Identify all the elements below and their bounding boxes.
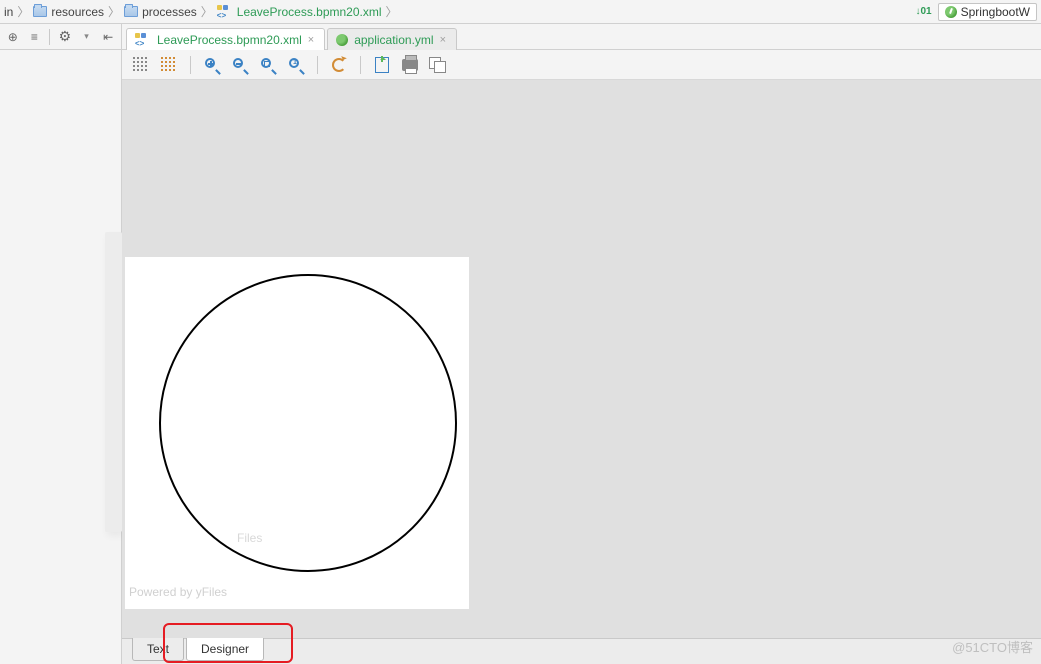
- subtab-text[interactable]: Text: [132, 638, 184, 661]
- dropdown-icon[interactable]: ▾: [80, 29, 94, 45]
- editor-subtabs: Text Designer: [122, 638, 1041, 664]
- spring-boot-icon: [336, 34, 348, 46]
- make-icon[interactable]: ↓01: [916, 6, 932, 17]
- zoom-fit-icon[interactable]: [259, 56, 277, 74]
- close-icon[interactable]: ×: [308, 34, 314, 46]
- hide-icon[interactable]: ⇤: [101, 29, 115, 45]
- folder-icon: [33, 6, 47, 17]
- tool-gutter: ⊕ ≡ ⚙ ▾ ⇤: [0, 24, 122, 664]
- chevron-right-icon: 〉: [108, 3, 120, 20]
- breadcrumb-seg-in[interactable]: in: [4, 5, 13, 19]
- designer-toolbar: [122, 50, 1041, 80]
- separator: [360, 56, 361, 74]
- editor-tabs: <> LeaveProcess.bpmn20.xml × application…: [122, 24, 1041, 50]
- add-icon[interactable]: ⊕: [6, 29, 20, 45]
- breadcrumb-bar: in 〉 resources 〉 processes 〉 <> LeavePro…: [0, 0, 1041, 24]
- export-icon[interactable]: [373, 56, 391, 74]
- separator: [49, 29, 50, 45]
- breadcrumb-seg-processes[interactable]: processes: [124, 5, 197, 19]
- bpmn-file-icon: <>: [135, 33, 151, 47]
- editor-tab-leaveprocess[interactable]: <> LeaveProcess.bpmn20.xml ×: [126, 28, 325, 50]
- breadcrumb-label: LeaveProcess.bpmn20.xml: [237, 5, 382, 19]
- arrange-icon[interactable]: [429, 56, 447, 74]
- chevron-right-icon: 〉: [17, 3, 29, 20]
- main-area: ⊕ ≡ ⚙ ▾ ⇤ <> LeaveProcess.bpmn20.xml × a…: [0, 24, 1041, 664]
- chevron-right-icon: 〉: [201, 3, 213, 20]
- breadcrumb-seg-file[interactable]: <> LeaveProcess.bpmn20.xml: [217, 5, 382, 19]
- subtab-label: Designer: [201, 642, 249, 656]
- designer-canvas[interactable]: Files Powered by yFiles: [122, 80, 1041, 638]
- subtab-label: Text: [147, 642, 169, 656]
- run-config-combo[interactable]: SpringbootW: [938, 3, 1037, 21]
- close-icon[interactable]: ×: [440, 34, 446, 46]
- zoom-in-icon[interactable]: [203, 56, 221, 74]
- panel-shadow: [105, 232, 122, 532]
- gear-icon[interactable]: ⚙: [58, 29, 72, 45]
- breadcrumb: in 〉 resources 〉 processes 〉 <> LeavePro…: [4, 3, 916, 20]
- breadcrumb-label: in: [4, 5, 13, 19]
- run-config-label: SpringbootW: [961, 5, 1030, 19]
- bpmn-start-event-shape[interactable]: [159, 274, 457, 572]
- refresh-icon[interactable]: [330, 56, 348, 74]
- grid-icon[interactable]: [132, 56, 150, 74]
- zoom-out-icon[interactable]: [231, 56, 249, 74]
- breadcrumb-label: resources: [51, 5, 104, 19]
- collapse-icon[interactable]: ≡: [28, 29, 42, 45]
- bpmn-file-icon: <>: [217, 5, 233, 19]
- chevron-right-icon: 〉: [386, 3, 398, 20]
- separator: [317, 56, 318, 74]
- subtab-designer[interactable]: Designer: [186, 638, 264, 661]
- breadcrumb-seg-resources[interactable]: resources: [33, 5, 104, 19]
- folder-icon: [124, 6, 138, 17]
- spring-boot-icon: [945, 6, 957, 18]
- tab-label: LeaveProcess.bpmn20.xml: [157, 33, 302, 47]
- grid-select-icon[interactable]: [160, 56, 178, 74]
- separator: [190, 56, 191, 74]
- run-config-area: ↓01 SpringbootW: [916, 3, 1038, 21]
- page-watermark: @51CTO博客: [952, 637, 1033, 656]
- gutter-toolbar: ⊕ ≡ ⚙ ▾ ⇤: [0, 24, 121, 50]
- tab-label: application.yml: [354, 33, 433, 47]
- editor-tab-applicationyml[interactable]: application.yml ×: [327, 28, 457, 50]
- watermark-text: Powered by yFiles: [129, 585, 227, 599]
- editor-area: <> LeaveProcess.bpmn20.xml × application…: [122, 24, 1041, 664]
- zoom-one-icon[interactable]: [287, 56, 305, 74]
- breadcrumb-label: processes: [142, 5, 197, 19]
- print-icon[interactable]: [401, 56, 419, 74]
